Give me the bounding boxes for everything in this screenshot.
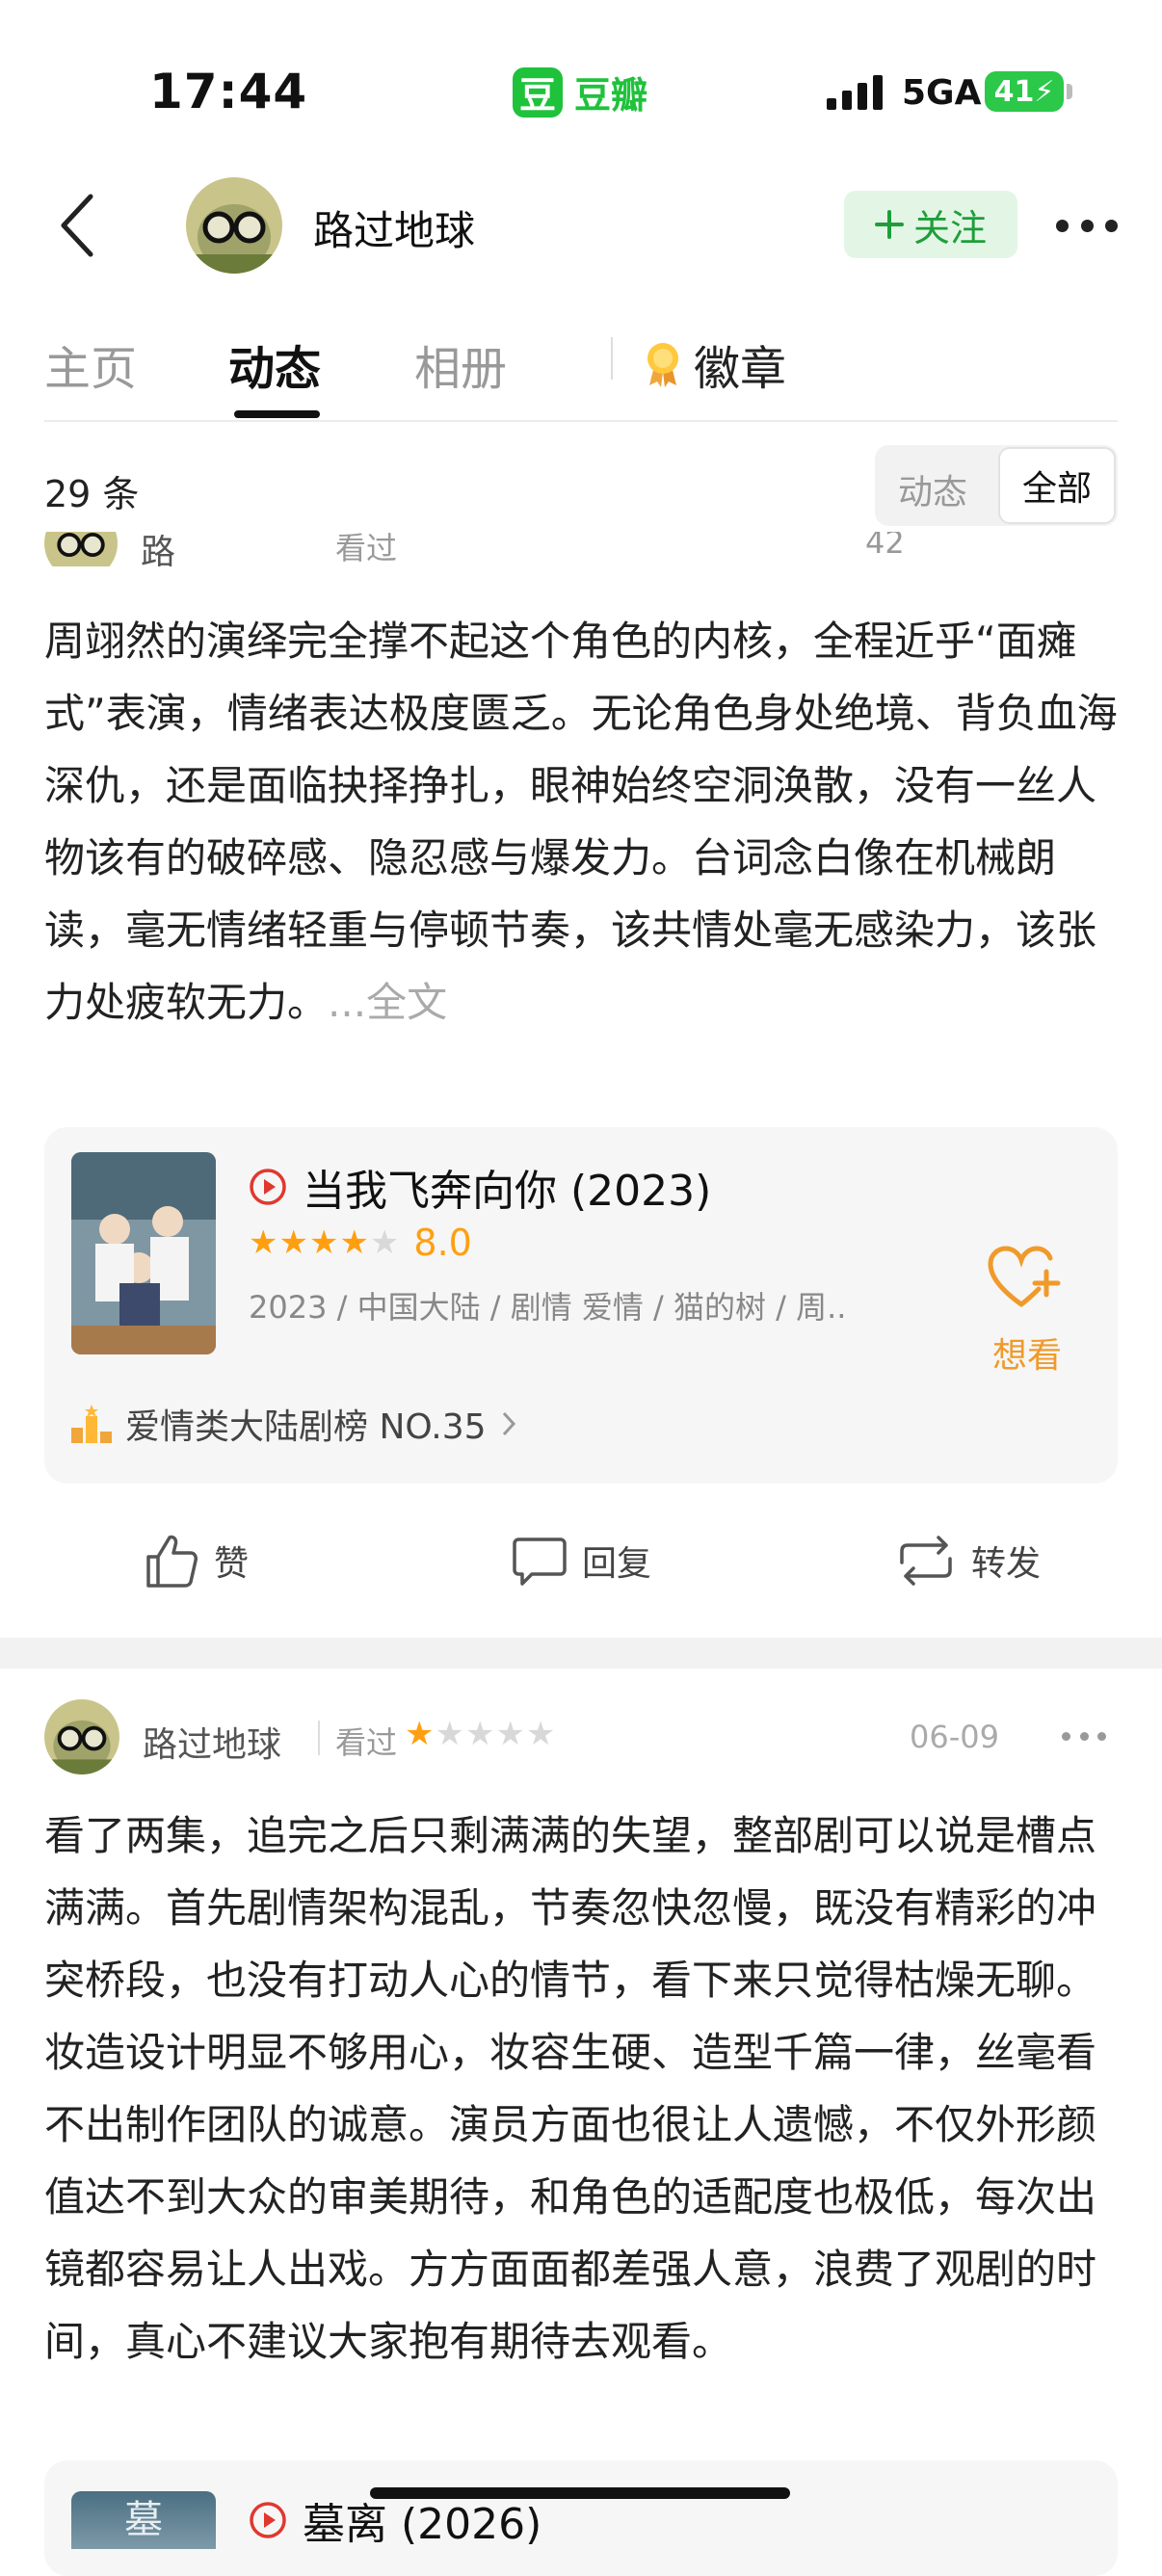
share-label: 转发 <box>971 1544 1042 1584</box>
home-indicator[interactable] <box>370 2487 790 2499</box>
rating-stars: ★★★★★ <box>249 1223 401 1262</box>
like-label: 赞 <box>214 1544 250 1584</box>
ranking-link[interactable]: 爱情类大陆剧榜 NO.35 <box>71 1399 517 1449</box>
comment-icon <box>513 1538 567 1586</box>
badge-medal-icon <box>647 343 678 387</box>
tab-activity[interactable]: 动态 <box>228 330 321 398</box>
rating-stars: ★★★★★ <box>405 1715 557 1753</box>
separator <box>318 1721 320 1755</box>
repost-icon <box>900 1536 952 1586</box>
avatar[interactable] <box>44 1699 119 1774</box>
movie-meta: 2023 / 中国大陆 / 剧情 爱情 / 猫的树 / 周... <box>249 1289 846 1326</box>
douban-logo-icon: 豆 <box>513 66 563 118</box>
tab-badges[interactable]: 徽章 <box>644 330 786 398</box>
feed-count: 29 条 <box>44 473 140 515</box>
chevron-right-icon <box>502 1411 515 1436</box>
post-author: 路过地球 <box>141 533 176 566</box>
post-time: 42 分钟前 <box>865 532 905 561</box>
movie-title-text: 当我飞奔向你 (2023) <box>303 1167 712 1216</box>
app-name: 豆瓣 <box>574 74 648 117</box>
network-type: 5GA <box>902 73 982 113</box>
page-title: 路过地球 <box>313 207 476 254</box>
user-avatar[interactable] <box>186 177 282 274</box>
battery-level: 41 <box>993 74 1035 109</box>
active-tab-indicator <box>234 410 320 418</box>
battery-tip <box>1067 84 1072 99</box>
back-arrow-icon[interactable] <box>56 191 98 260</box>
share-button[interactable]: 转发 <box>894 1532 1041 1590</box>
post-time: 06-09 <box>910 1719 999 1755</box>
section-divider <box>0 1638 1162 1669</box>
like-button[interactable]: 赞 <box>143 1532 249 1590</box>
read-more-link[interactable]: ...全文 <box>328 979 447 1026</box>
review-text[interactable]: 看了两集，追完之后只剩满满的失望，整部剧可以说是槽点满满。首先剧情架构混乱，节奏… <box>44 1800 1118 2378</box>
more-options-icon[interactable] <box>1062 1732 1106 1742</box>
tab-home[interactable]: 主页 <box>44 330 137 398</box>
heart-plus-icon[interactable] <box>985 1243 1062 1312</box>
thumbs-up-icon <box>146 1535 198 1588</box>
plus-icon <box>874 210 904 239</box>
follow-label: 关注 <box>912 206 987 250</box>
divider <box>44 420 1118 422</box>
tab-badges-label: 徽章 <box>694 342 787 396</box>
movie-poster[interactable]: 墓 <box>71 2491 216 2549</box>
movie-rating: ★★★★★ 8.0 <box>249 1222 472 1264</box>
play-icon <box>250 1169 286 1205</box>
rating-score: 8.0 <box>413 1222 472 1264</box>
ranking-text: 爱情类大陆剧榜 NO.35 <box>125 1407 487 1447</box>
clipped-post-header: 路过地球 看过 ★★★★★ 42 分钟前 <box>0 532 1162 566</box>
movie-poster[interactable] <box>71 1152 216 1354</box>
review-text[interactable]: 周翊然的演绎完全撑不起这个角色的内核，全程近乎“面瘫式”表演，情绪表达极度匮乏。… <box>44 605 1118 1038</box>
filter-all-button[interactable]: 全部 <box>998 447 1116 524</box>
post-action: 看过 <box>335 1724 398 1761</box>
movie-title[interactable]: 当我飞奔向你 (2023) <box>249 1156 711 1218</box>
post-action: 看过 ★★★★★ <box>335 532 398 566</box>
more-options-icon[interactable] <box>1056 220 1118 233</box>
filter-activity-button[interactable]: 动态 <box>898 464 967 514</box>
play-icon <box>250 2502 286 2538</box>
want-to-watch-button[interactable]: 想看 <box>992 1327 1062 1378</box>
follow-button[interactable]: 关注 <box>844 191 1017 258</box>
battery-icon: 41 ⚡ <box>985 71 1064 112</box>
post-author[interactable]: 路过地球 <box>143 1717 281 1767</box>
reply-label: 回复 <box>582 1544 652 1584</box>
app-indicator: 豆 豆瓣 <box>513 66 647 118</box>
tab-album[interactable]: 相册 <box>414 330 507 398</box>
ranking-icon <box>71 1405 112 1443</box>
signal-icon <box>827 75 883 110</box>
status-time: 17:44 <box>149 64 308 119</box>
reply-button[interactable]: 回复 <box>511 1532 651 1590</box>
tab-separator <box>611 337 613 380</box>
review-body: 周翊然的演绎完全撑不起这个角色的内核，全程近乎“面瘫式”表演，情绪表达极度匮乏。… <box>44 618 1118 1026</box>
avatar <box>44 532 118 566</box>
